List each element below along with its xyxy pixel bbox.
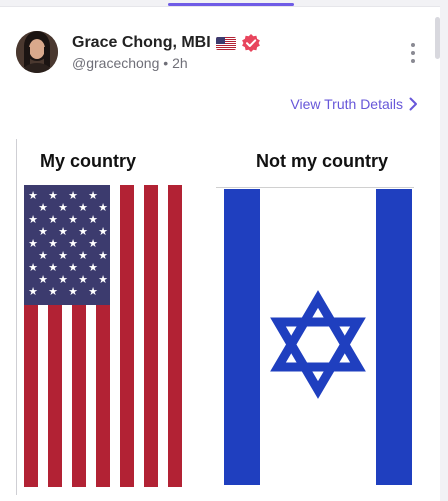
truth-post-card: Grace Chong, MBI @gracechong • 2h View T… bbox=[0, 6, 440, 501]
svg-text:★: ★ bbox=[78, 225, 88, 238]
svg-text:★: ★ bbox=[58, 225, 68, 238]
svg-text:★: ★ bbox=[28, 285, 38, 298]
israel-flag-image bbox=[216, 187, 414, 487]
us-flag-image: ★ ★ ★ ★ ★ ★ ★ ★ ★ ★ ★ ★ ★ ★ ★ ★ ★ ★ ★ ★ ★ ★ ★ ★ ★ ★ ★ ★ ★ ★ ★ ★ … bbox=[24, 185, 190, 487]
svg-text:★: ★ bbox=[68, 213, 78, 226]
more-options-button[interactable] bbox=[408, 43, 418, 63]
separator-dot: • bbox=[163, 55, 169, 71]
author-display-name[interactable]: Grace Chong, MBI bbox=[72, 34, 211, 52]
svg-text:★: ★ bbox=[78, 201, 88, 214]
svg-text:★: ★ bbox=[58, 249, 68, 262]
post-image[interactable]: My country Not my country ★ ★ ★ ★ ★ ★ ★ ★ ★ ★ ★ ★… bbox=[16, 139, 422, 495]
post-time[interactable]: 2h bbox=[172, 55, 188, 71]
svg-text:★: ★ bbox=[28, 237, 38, 250]
more-vertical-icon bbox=[411, 43, 415, 47]
svg-text:★: ★ bbox=[28, 261, 38, 274]
svg-text:★: ★ bbox=[38, 273, 48, 286]
view-truth-details-link[interactable]: View Truth Details bbox=[290, 96, 418, 112]
author-name-row: Grace Chong, MBI bbox=[72, 32, 261, 54]
svg-text:★: ★ bbox=[88, 261, 98, 274]
us-flag-icon bbox=[215, 36, 236, 50]
svg-text:★: ★ bbox=[78, 273, 88, 286]
svg-text:★: ★ bbox=[98, 249, 108, 262]
svg-text:★: ★ bbox=[48, 261, 58, 274]
svg-text:★: ★ bbox=[88, 189, 98, 202]
svg-text:★: ★ bbox=[28, 189, 38, 202]
svg-text:★: ★ bbox=[58, 201, 68, 214]
author-handle-row: @gracechong • 2h bbox=[72, 55, 188, 71]
avatar-photo bbox=[16, 31, 58, 73]
svg-text:★: ★ bbox=[68, 285, 78, 298]
svg-text:★: ★ bbox=[88, 237, 98, 250]
svg-text:★: ★ bbox=[88, 213, 98, 226]
svg-text:★: ★ bbox=[98, 201, 108, 214]
svg-text:★: ★ bbox=[88, 285, 98, 298]
svg-text:★: ★ bbox=[58, 273, 68, 286]
author-handle[interactable]: @gracechong bbox=[72, 55, 159, 71]
svg-text:★: ★ bbox=[98, 273, 108, 286]
view-truth-details-label: View Truth Details bbox=[290, 96, 403, 112]
image-caption-right: Not my country bbox=[256, 151, 389, 171]
image-border bbox=[16, 139, 17, 495]
svg-text:★: ★ bbox=[38, 201, 48, 214]
more-vertical-icon-dot bbox=[411, 59, 415, 63]
svg-text:★: ★ bbox=[48, 189, 58, 202]
scrollbar[interactable] bbox=[435, 17, 440, 59]
verified-badge-icon bbox=[241, 34, 260, 52]
more-vertical-icon-dot bbox=[411, 51, 415, 55]
svg-text:★: ★ bbox=[48, 285, 58, 298]
svg-text:★: ★ bbox=[38, 225, 48, 238]
svg-text:★: ★ bbox=[68, 237, 78, 250]
avatar[interactable] bbox=[16, 31, 58, 73]
svg-text:★: ★ bbox=[28, 213, 38, 226]
svg-text:★: ★ bbox=[98, 225, 108, 238]
svg-text:★: ★ bbox=[38, 249, 48, 262]
svg-text:★: ★ bbox=[48, 237, 58, 250]
svg-text:★: ★ bbox=[78, 249, 88, 262]
chevron-right-icon bbox=[409, 97, 417, 111]
svg-text:★: ★ bbox=[68, 261, 78, 274]
svg-text:★: ★ bbox=[48, 213, 58, 226]
image-caption-left: My country bbox=[40, 151, 137, 171]
svg-text:★: ★ bbox=[68, 189, 78, 202]
